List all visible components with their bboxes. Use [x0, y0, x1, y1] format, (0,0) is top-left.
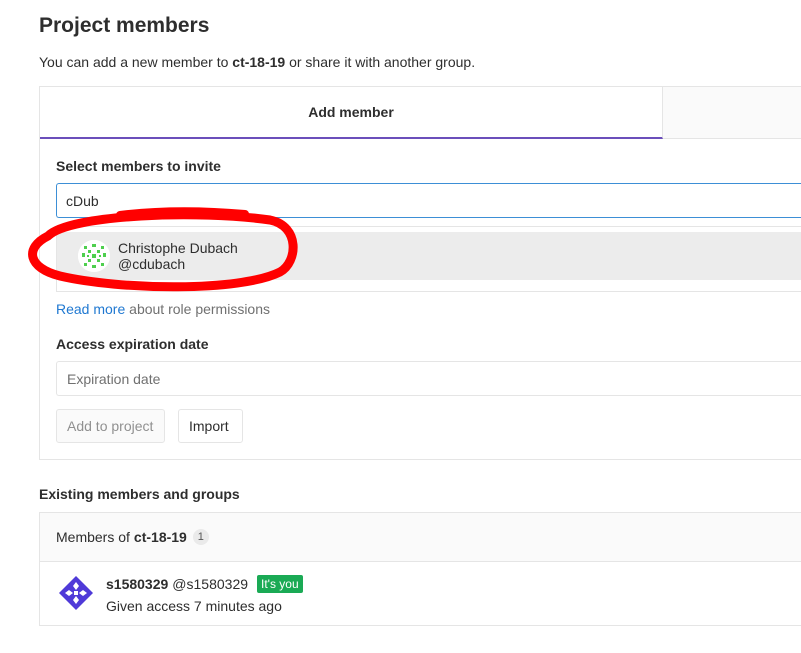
member-access-time: Given access 7 minutes ago: [106, 598, 282, 614]
member-name[interactable]: s1580329: [106, 576, 168, 592]
page-subtitle: You can add a new member to ct-18-19 or …: [39, 54, 475, 70]
member-suggestion-dropdown: Christophe Dubach @cdubach: [56, 226, 801, 292]
subtitle-prefix: You can add a new member to: [39, 54, 233, 70]
add-to-project-button[interactable]: Add to project: [56, 409, 165, 443]
suggestion-item[interactable]: Christophe Dubach @cdubach: [57, 232, 801, 280]
read-more-link[interactable]: Read more: [56, 301, 125, 317]
select-members-label: Select members to invite: [56, 158, 221, 174]
subtitle-project-name: ct-18-19: [232, 54, 286, 70]
member-avatar-icon: [56, 573, 96, 613]
tab-bar: Add member: [40, 87, 801, 139]
tab-add-member[interactable]: Add member: [40, 87, 663, 139]
member-search-input[interactable]: cDub: [56, 183, 801, 218]
member-handle: @s1580329: [172, 576, 249, 592]
page-title: Project members: [39, 14, 210, 37]
members-header: Members of ct-18-19 1: [40, 513, 801, 562]
member-row: s1580329 @s1580329 It's you: [106, 575, 303, 593]
members-count-badge: 1: [192, 529, 209, 545]
expiration-label: Access expiration date: [56, 336, 209, 352]
subtitle-suffix: or share it with another group.: [285, 54, 476, 70]
members-header-project: ct-18-19: [133, 529, 187, 545]
invite-panel: Add member Select members to invite cDub…: [39, 86, 801, 460]
read-more-text: Read more about role permissions: [56, 301, 270, 317]
import-button[interactable]: Import: [178, 409, 243, 443]
members-panel: Members of ct-18-19 1 s1580329 @s1580329…: [39, 512, 801, 626]
existing-members-title: Existing members and groups: [39, 486, 240, 502]
its-you-badge: It's you: [257, 575, 303, 593]
read-more-suffix: about role permissions: [125, 301, 271, 317]
expiration-date-input[interactable]: Expiration date: [56, 361, 801, 396]
suggestion-username: @cdubach: [118, 256, 186, 272]
tab-share-with-group[interactable]: [663, 87, 801, 138]
members-header-prefix: Members of: [56, 529, 130, 545]
suggestion-avatar-icon: [78, 240, 110, 272]
suggestion-name: Christophe Dubach: [118, 240, 238, 256]
